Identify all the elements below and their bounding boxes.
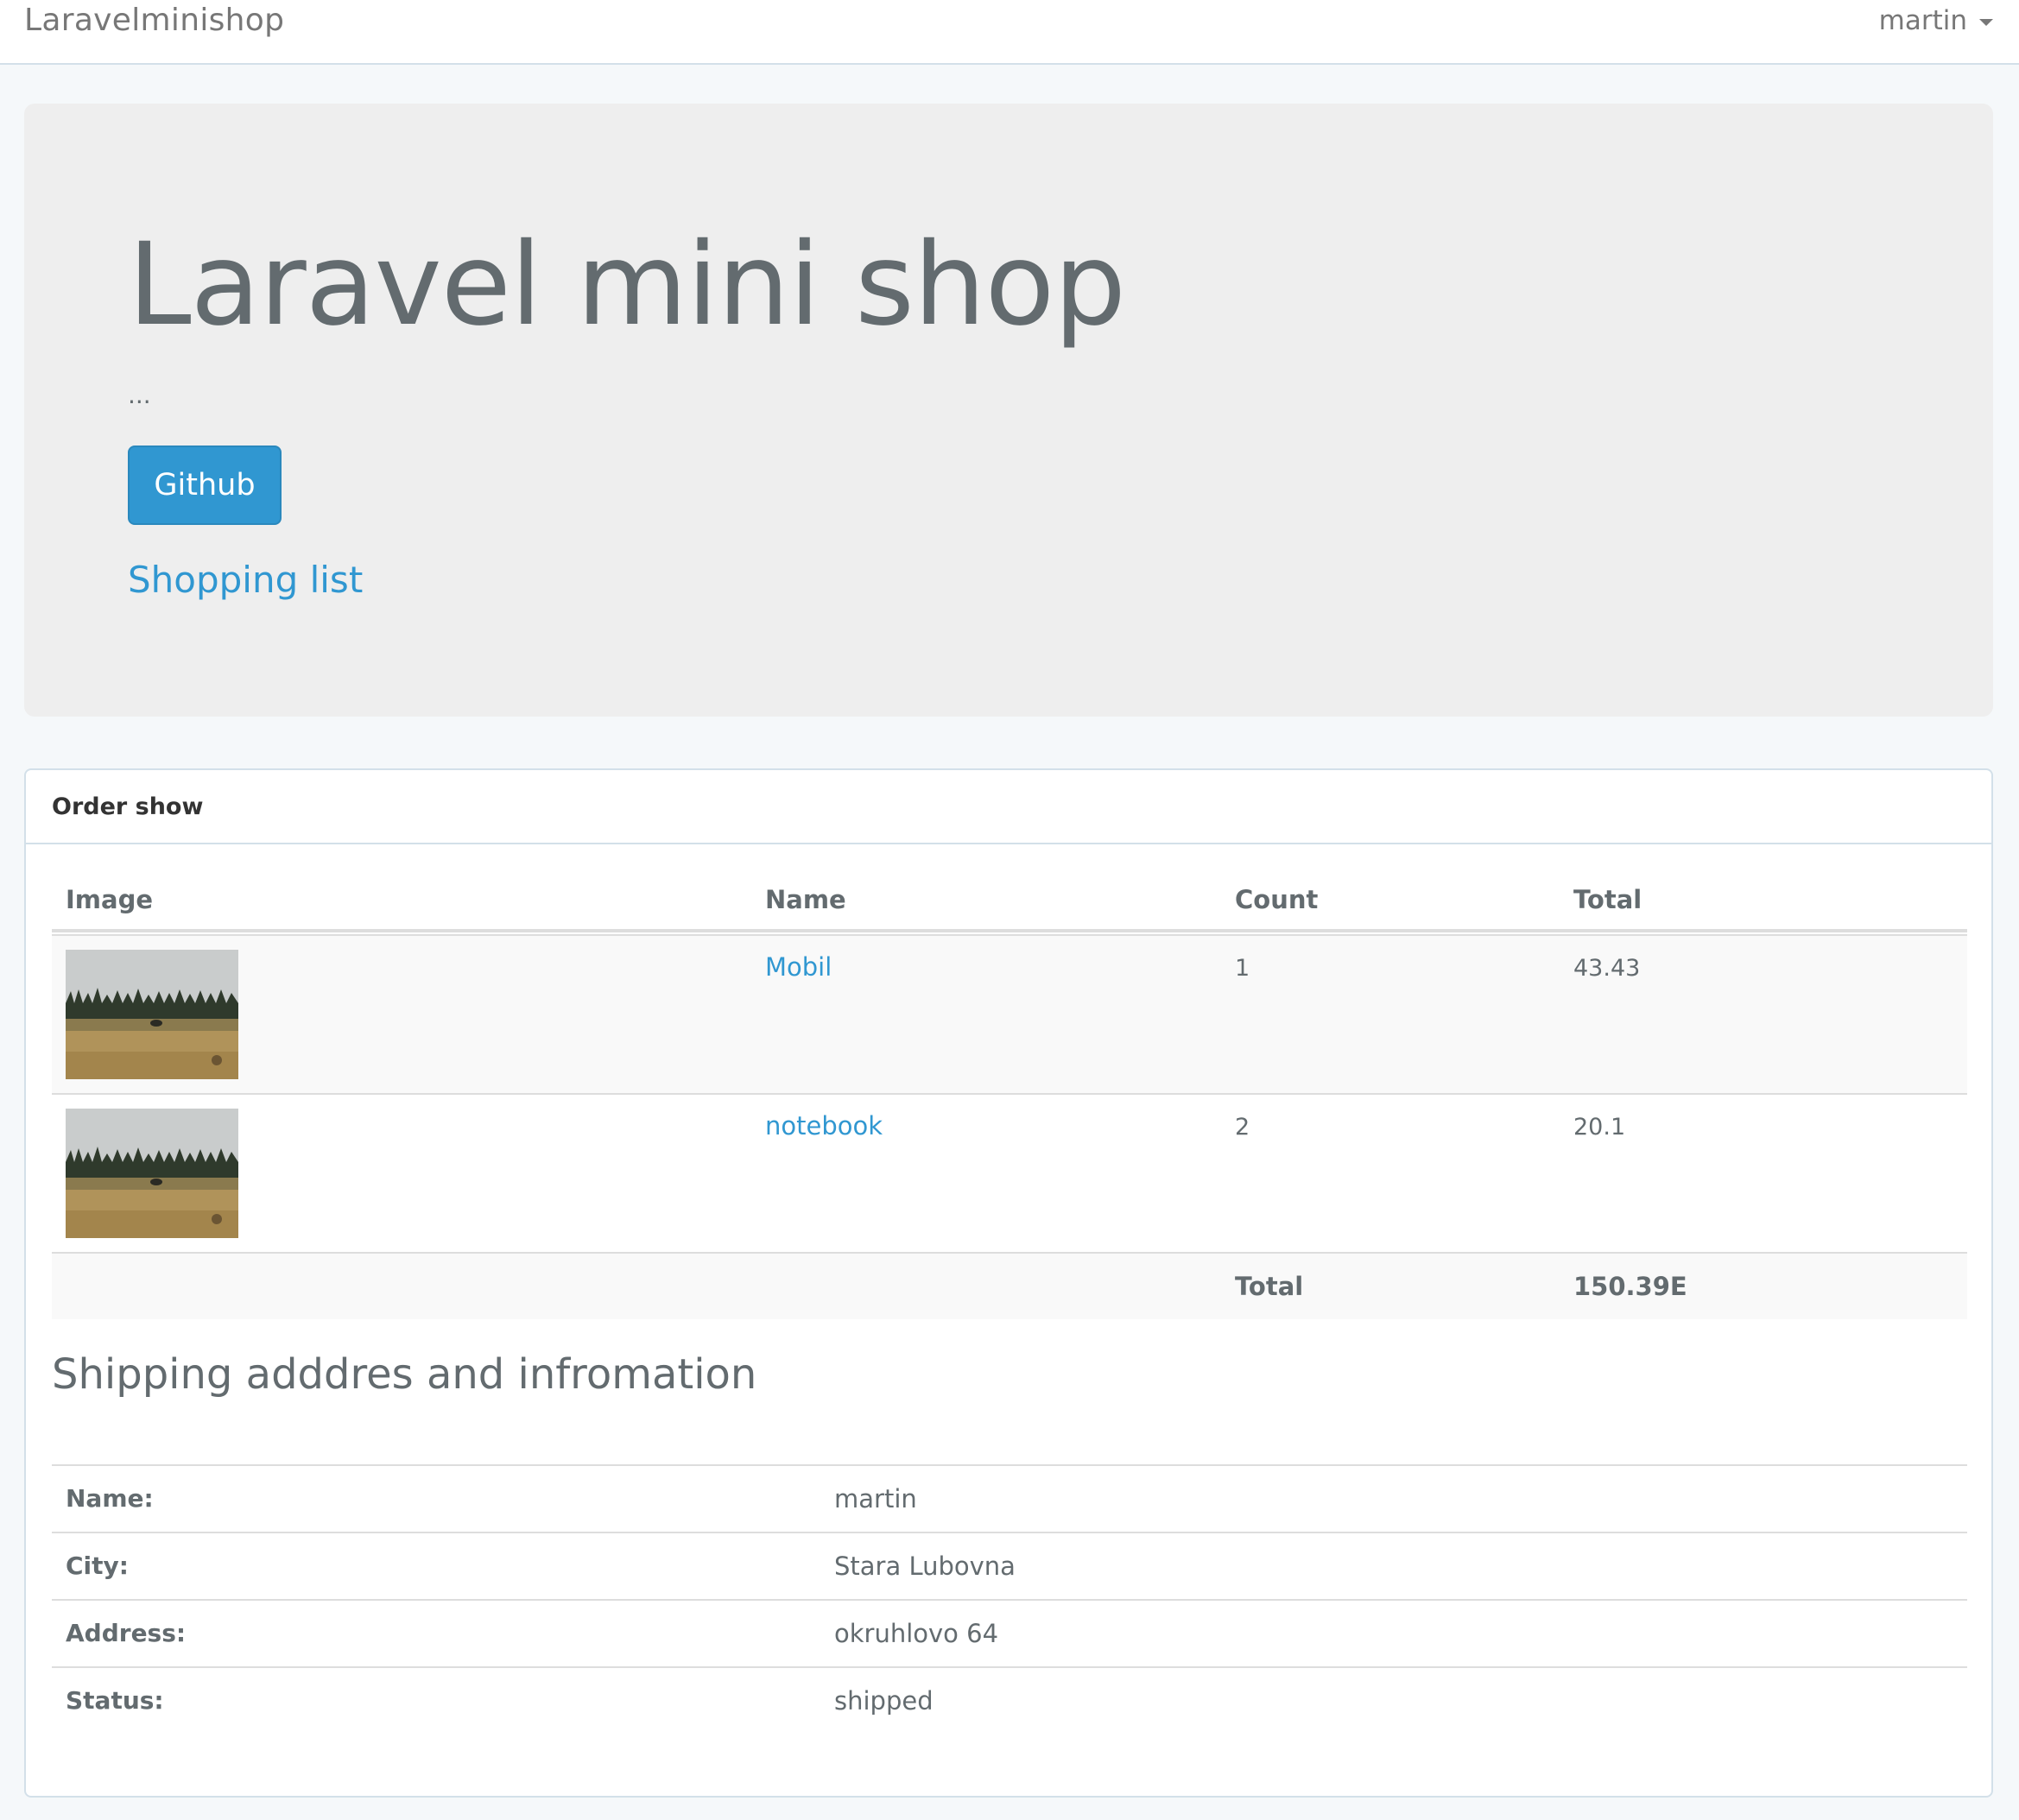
table-row: notebook 2 20.1 xyxy=(52,1093,1967,1252)
navbar: Laravelminishop martin xyxy=(0,0,2019,65)
shipping-label: Name: xyxy=(66,1484,154,1513)
jumbotron: Laravel mini shop ... Github Shopping li… xyxy=(24,104,1993,717)
product-image xyxy=(66,950,238,1079)
shipping-section-title: Shipping adddres and infromation xyxy=(52,1350,757,1399)
shipping-row-status: Status: shipped xyxy=(52,1666,1967,1734)
github-button[interactable]: Github xyxy=(128,446,282,525)
product-name-cell: Mobil xyxy=(765,950,832,986)
product-name-cell: notebook xyxy=(765,1109,883,1145)
user-dropdown[interactable]: martin xyxy=(1879,3,1993,38)
table-total-row: Total 150.39E xyxy=(52,1252,1967,1319)
shipping-value: Stara Lubovna xyxy=(834,1551,1016,1581)
panel-heading: Order show xyxy=(26,770,1991,844)
column-header-total: Total xyxy=(1573,885,1642,914)
brand-link[interactable]: Laravelminishop xyxy=(24,2,284,40)
product-image xyxy=(66,1109,238,1238)
shipping-row-name: Name: martin xyxy=(52,1464,1967,1532)
total-label: Total xyxy=(1235,1272,1304,1301)
shipping-row-address: Address: okruhlovo 64 xyxy=(52,1599,1967,1666)
count-cell: 1 xyxy=(1235,955,1250,982)
shopping-list-link[interactable]: Shopping list xyxy=(128,554,363,606)
product-link[interactable]: notebook xyxy=(765,1111,883,1141)
total-cell: 43.43 xyxy=(1573,955,1641,982)
caret-down-icon xyxy=(1979,19,1993,26)
shipping-label: City: xyxy=(66,1551,129,1580)
column-header-count: Count xyxy=(1235,885,1319,914)
column-header-name: Name xyxy=(765,885,846,914)
count-cell: 2 xyxy=(1235,1114,1250,1141)
shipping-value: okruhlovo 64 xyxy=(834,1619,999,1648)
table-header: Image Name Count Total xyxy=(52,882,1967,932)
page-title: Laravel mini shop xyxy=(128,218,1126,351)
order-panel: Order show Image Name Count Total Mobil … xyxy=(24,768,1993,1798)
table-row: Mobil 1 43.43 xyxy=(52,934,1967,1093)
product-link[interactable]: Mobil xyxy=(765,952,832,982)
shipping-value: martin xyxy=(834,1484,917,1514)
lead-text: ... xyxy=(128,381,151,409)
total-cell: 20.1 xyxy=(1573,1114,1626,1141)
column-header-image: Image xyxy=(66,885,154,914)
shipping-row-city: City: Stara Lubovna xyxy=(52,1532,1967,1599)
shipping-label: Status: xyxy=(66,1686,164,1715)
grand-total-value: 150.39E xyxy=(1573,1272,1687,1301)
user-name: martin xyxy=(1878,5,1967,36)
shipping-value: shipped xyxy=(834,1686,934,1716)
shipping-label: Address: xyxy=(66,1619,187,1647)
